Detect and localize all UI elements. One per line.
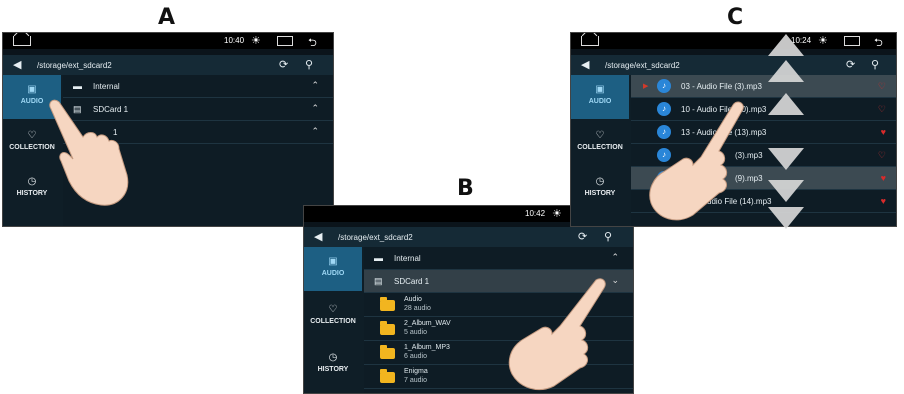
- sidebar-label-collection: COLLECTION: [310, 318, 356, 325]
- storage-row-internal[interactable]: ▬ Internal ⌃: [364, 247, 633, 270]
- path-label: /storage/ext_sdcard2: [605, 61, 680, 70]
- sidebar-label-collection: COLLECTION: [577, 144, 623, 151]
- refresh-icon[interactable]: ⟳: [279, 58, 288, 71]
- folder-music-icon: ▣: [328, 256, 338, 267]
- screen-c: 10:24 ☀ ⮌ ◀ /storage/ext_sdcard2 ⟳ ⚲ ▣ A…: [570, 32, 897, 227]
- heart-icon[interactable]: ♡: [878, 150, 886, 161]
- search-icon[interactable]: ⚲: [871, 58, 879, 71]
- pointing-hand-icon: [649, 101, 744, 221]
- folder-name: 1_Album_MP3: [404, 344, 450, 351]
- screen-b: 10:42 ☀ ⮌ ◀ /storage/ext_sdcard2 ⟳ ⚲ ▣ A…: [303, 205, 634, 394]
- status-bar: 10:24 ☀ ⮌: [571, 33, 896, 49]
- track-name: 03 - Audio File (3).mp3: [681, 82, 762, 91]
- back-icon[interactable]: ⮌: [874, 34, 883, 53]
- arrow-down-icon: [768, 180, 804, 202]
- sidebar-label-history: HISTORY: [317, 366, 349, 373]
- back-icon[interactable]: ⮌: [308, 34, 317, 53]
- folder-music-icon: ▣: [595, 84, 605, 95]
- sidebar: ▣ AUDIO ♡ COLLECTION ◷ HISTORY: [304, 247, 364, 393]
- heart-icon: ♡: [328, 304, 338, 315]
- path-bar: ◀ /storage/ext_sdcard2 ⟳ ⚲: [3, 55, 333, 75]
- status-bar: 10:40 ☀ ⮌: [3, 33, 333, 49]
- sidebar-item-history[interactable]: ◷ HISTORY: [571, 167, 629, 211]
- playing-indicator-icon: ▶: [643, 83, 649, 90]
- path-label: /storage/ext_sdcard2: [338, 233, 413, 242]
- chevron-up-icon[interactable]: ⌃: [611, 252, 619, 263]
- folder-icon: [380, 369, 395, 383]
- home-icon[interactable]: [13, 36, 31, 46]
- heart-icon[interactable]: ♥: [881, 127, 886, 137]
- folder-count: 28 audio: [404, 305, 431, 312]
- sidebar-item-audio[interactable]: ▣ AUDIO: [304, 247, 362, 291]
- arrow-up-icon: [768, 34, 804, 56]
- folder-name: 2_Album_WAV: [404, 320, 451, 327]
- path-bar: ◀ /storage/ext_sdcard2 ⟳ ⚲: [571, 55, 896, 75]
- search-icon[interactable]: ⚲: [604, 230, 612, 243]
- arrow-up-icon: [768, 60, 804, 82]
- brightness-icon[interactable]: ☀: [251, 34, 261, 47]
- heart-icon[interactable]: ♥: [881, 196, 886, 206]
- brightness-icon[interactable]: ☀: [552, 207, 562, 220]
- screen-a: 10:40 ☀ ⮌ ◀ /storage/ext_sdcard2 ⟳ ⚲ ▣ A…: [2, 32, 334, 227]
- clock: 10:40: [224, 36, 245, 45]
- sidebar-label-history: HISTORY: [584, 190, 616, 197]
- arrow-up-icon: [768, 93, 804, 115]
- search-icon[interactable]: ⚲: [305, 58, 313, 71]
- folder-name: Audio: [404, 296, 422, 303]
- back-arrow-icon[interactable]: ◀: [314, 230, 322, 243]
- refresh-icon[interactable]: ⟳: [578, 230, 587, 243]
- pointing-hand-icon: [508, 278, 606, 390]
- sidebar: ▣ AUDIO ♡ COLLECTION ◷ HISTORY: [571, 75, 631, 226]
- folder-name: Enigma: [404, 368, 428, 375]
- home-icon[interactable]: [581, 36, 599, 46]
- clock-icon: ◷: [595, 176, 605, 187]
- storage-row-internal[interactable]: ▬ Internal ⌃: [63, 75, 333, 98]
- arrow-down-icon: [768, 207, 804, 229]
- drive-icon: ▬: [73, 81, 82, 91]
- sdcard-icon: ▤: [374, 276, 383, 286]
- row-label: Internal: [394, 254, 421, 263]
- sidebar-label-audio: AUDIO: [321, 270, 345, 277]
- music-note-icon: ♪: [657, 79, 671, 93]
- folder-count: 6 audio: [404, 353, 427, 360]
- path-bar: ◀ /storage/ext_sdcard2 ⟳ ⚲: [304, 227, 633, 247]
- folder-icon: [380, 297, 395, 311]
- chevron-up-icon[interactable]: ⌃: [311, 126, 319, 137]
- folder-music-icon: ▣: [27, 84, 37, 95]
- sidebar-item-audio[interactable]: ▣ AUDIO: [571, 75, 629, 119]
- chevron-down-icon[interactable]: ⌄: [611, 275, 619, 286]
- heart-icon: ♡: [595, 130, 605, 141]
- sidebar-item-collection[interactable]: ♡ COLLECTION: [571, 121, 629, 165]
- clock: 10:42: [525, 209, 546, 218]
- arrow-down-icon: [768, 148, 804, 170]
- chevron-up-icon[interactable]: ⌃: [311, 80, 319, 91]
- heart-icon[interactable]: ♡: [878, 81, 886, 92]
- recent-apps-icon[interactable]: [277, 36, 293, 46]
- refresh-icon[interactable]: ⟳: [846, 58, 855, 71]
- panel-label-c: C: [727, 5, 744, 30]
- chevron-up-icon[interactable]: ⌃: [311, 103, 319, 114]
- pointing-hand-icon: [49, 99, 129, 206]
- back-arrow-icon[interactable]: ◀: [581, 58, 589, 71]
- brightness-icon[interactable]: ☀: [818, 34, 828, 47]
- track-row-playing[interactable]: ▶ ♪ 03 - Audio File (3).mp3 ♡: [631, 75, 896, 98]
- folder-count: 7 audio: [404, 377, 427, 384]
- panel-label-a: A: [158, 5, 176, 30]
- sidebar-item-history[interactable]: ◷ HISTORY: [304, 343, 362, 387]
- heart-icon[interactable]: ♡: [878, 104, 886, 115]
- row-label: Internal: [93, 82, 120, 91]
- folder-icon: [380, 321, 395, 335]
- recent-apps-icon[interactable]: [844, 36, 860, 46]
- panel-label-b: B: [457, 176, 474, 201]
- heart-icon[interactable]: ♥: [881, 173, 886, 183]
- back-arrow-icon[interactable]: ◀: [13, 58, 21, 71]
- drive-icon: ▬: [374, 253, 383, 263]
- path-label: /storage/ext_sdcard2: [37, 61, 112, 70]
- sidebar-item-collection[interactable]: ♡ COLLECTION: [304, 295, 362, 339]
- folder-count: 5 audio: [404, 329, 427, 336]
- sidebar-label-audio: AUDIO: [588, 98, 612, 105]
- clock-icon: ◷: [328, 352, 338, 363]
- row-label: SDCard 1: [394, 277, 430, 286]
- folder-icon: [380, 345, 395, 359]
